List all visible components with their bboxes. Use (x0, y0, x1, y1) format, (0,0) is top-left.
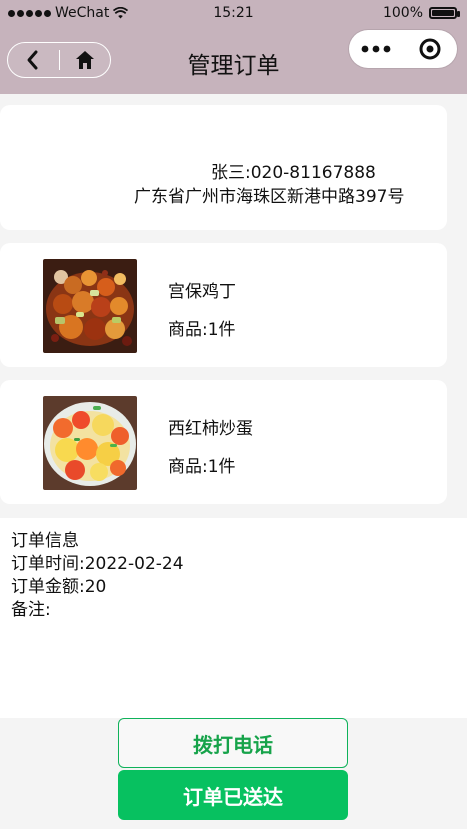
status-right: 100% (382, 5, 460, 21)
more-button[interactable] (349, 30, 403, 68)
order-time-value: 2022-02-24 (84, 554, 184, 574)
order-amount-value: 20 (84, 577, 107, 597)
navigation-bar: 管理订单 (0, 28, 467, 94)
battery-percent: 100% (382, 5, 423, 21)
status-bar: WeChat 15:21 100% (0, 0, 467, 28)
order-amount-row: 订单金额:20 (11, 576, 106, 599)
customer-name-phone: 张三:020-81167888 (211, 163, 376, 183)
target-circle-icon (419, 38, 441, 60)
call-button[interactable]: 拨打电话 (118, 718, 348, 768)
customer-address: 广东省广州市海珠区新港中路397号 (134, 187, 405, 207)
kung-pao-chicken-image (43, 259, 137, 353)
address-card: 张三:020-81167888 广东省广州市海珠区新港中路397号 (0, 105, 447, 230)
tomato-egg-image (43, 396, 137, 490)
order-info-panel: 订单信息 订单时间:2022-02-24 订单金额:20 备注: (0, 518, 467, 718)
order-amount-label: 订单金额: (11, 577, 85, 597)
mini-program-capsule (349, 30, 457, 68)
item-quantity: 商品:1件 (168, 320, 236, 340)
delivered-button[interactable]: 订单已送达 (118, 770, 348, 820)
more-dots-icon (361, 45, 391, 53)
order-remark-label: 备注: (11, 600, 51, 620)
order-time-label: 订单时间: (11, 554, 85, 574)
item-name: 西红柿炒蛋 (168, 419, 253, 439)
order-info-title: 订单信息 (11, 531, 79, 551)
order-content: 张三:020-81167888 广东省广州市海珠区新港中路397号 宫保鸡丁 商… (0, 94, 467, 718)
bottom-action-bar: 拨打电话 订单已送达 (0, 718, 467, 829)
item-quantity: 商品:1件 (168, 457, 236, 477)
mini-program-button[interactable] (403, 30, 457, 68)
item-name: 宫保鸡丁 (168, 282, 236, 302)
order-time-row: 订单时间:2022-02-24 (11, 553, 184, 576)
order-item-card: 西红柿炒蛋 商品:1件 (0, 380, 447, 504)
battery-icon (429, 7, 460, 19)
order-item-card: 宫保鸡丁 商品:1件 (0, 243, 447, 367)
order-remark-row: 备注: (11, 599, 51, 622)
